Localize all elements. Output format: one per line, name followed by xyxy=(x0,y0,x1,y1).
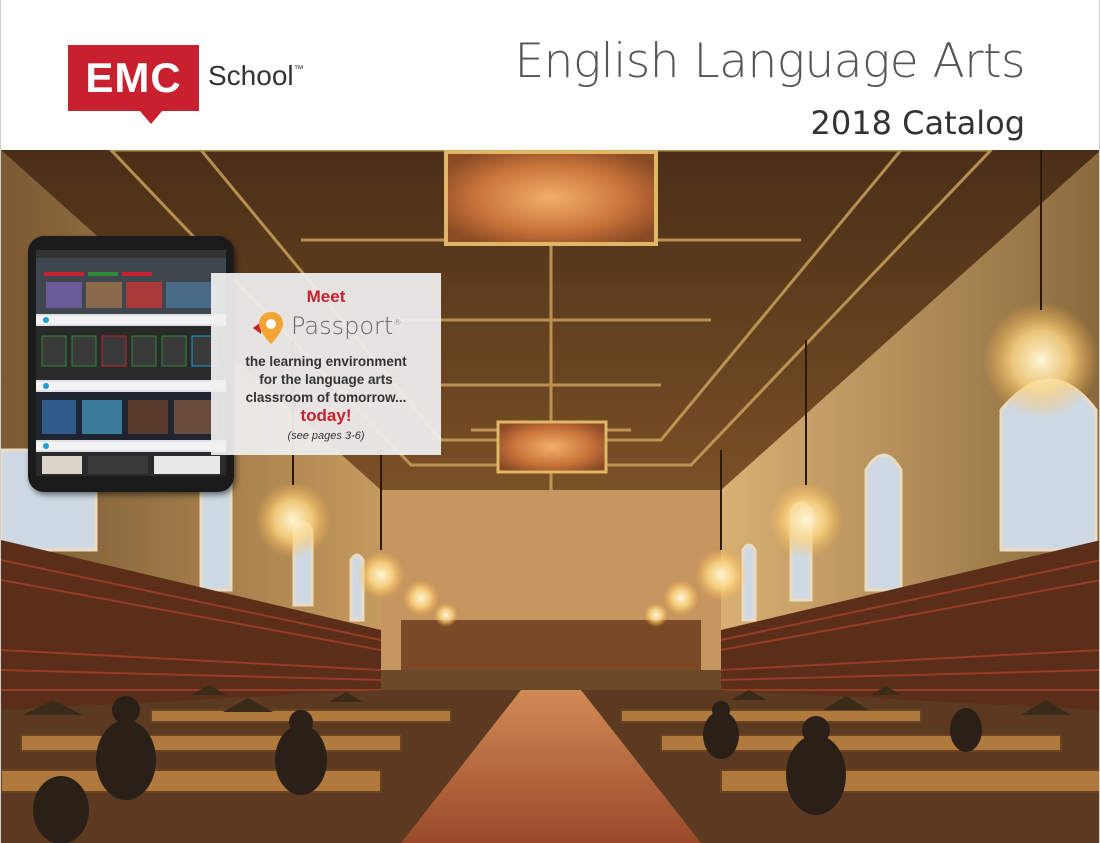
tablet-mockup xyxy=(28,236,234,492)
location-pin-icon xyxy=(253,312,283,344)
tablet-screen xyxy=(36,250,226,476)
callout-meet-label: Meet xyxy=(306,287,346,306)
passport-callout: Meet Passport® the learning environment … xyxy=(211,273,441,455)
description-line: classroom of tomorrow... xyxy=(245,390,407,405)
tablet-screen-graphic xyxy=(36,250,226,476)
catalog-title: English Language Arts xyxy=(514,34,1025,89)
cover-header: EMC School™ English Language Arts 2018 C… xyxy=(1,0,1099,150)
passport-wordmark: Passport® xyxy=(291,312,402,340)
logo-speech-tail xyxy=(139,110,163,124)
emc-logo: EMC xyxy=(68,45,199,111)
registered-mark: ® xyxy=(393,318,402,327)
callout-description: the learning environment for the languag… xyxy=(211,353,441,407)
callout-today: today! xyxy=(300,406,352,425)
catalog-subtitle: 2018 Catalog xyxy=(810,104,1026,142)
logo-text: EMC xyxy=(85,54,182,101)
logo-school-label: School™ xyxy=(208,60,304,91)
passport-logo: Passport® xyxy=(251,309,431,345)
catalog-cover: EMC School™ English Language Arts 2018 C… xyxy=(0,0,1100,843)
callout-page-reference: (see pages 3-6) xyxy=(287,430,365,442)
description-line: for the language arts xyxy=(259,372,393,387)
trademark-mark: ™ xyxy=(293,64,304,75)
description-line: the learning environment xyxy=(245,354,407,369)
